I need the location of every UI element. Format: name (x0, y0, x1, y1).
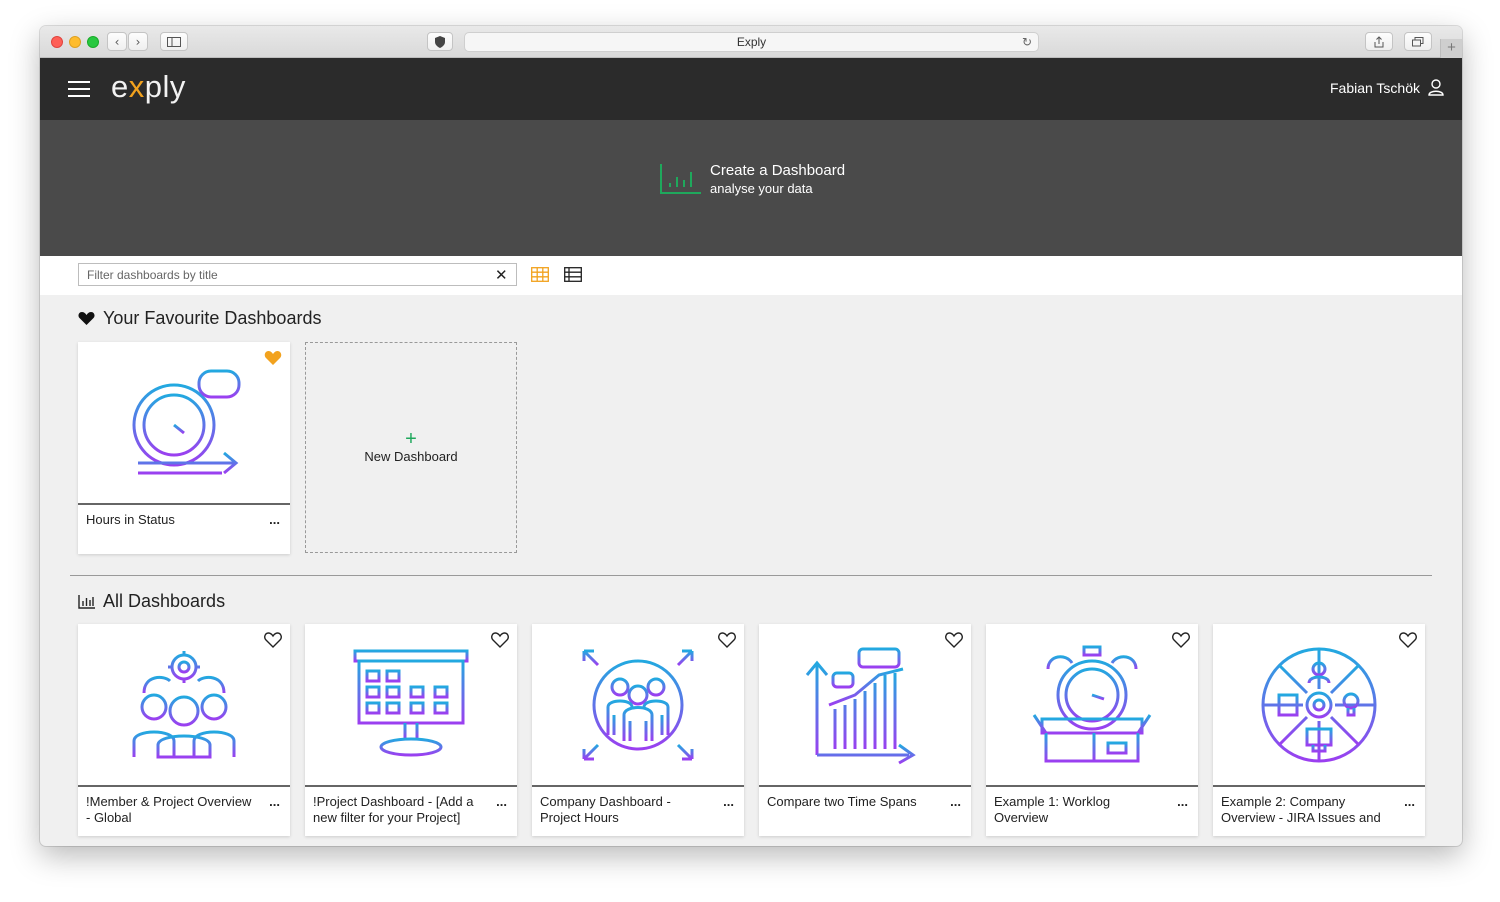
bar-chart-icon (78, 594, 95, 609)
dashboard-title: Hours in Status (86, 512, 175, 527)
favourite-heart-icon[interactable] (1172, 632, 1190, 648)
company-wheel-icon (1261, 647, 1377, 762)
heart-icon (78, 312, 95, 325)
chevron-left-icon: ‹ (114, 34, 120, 49)
kanban-monitor-icon (353, 649, 469, 756)
favourite-heart-icon[interactable] (945, 632, 963, 648)
more-options-button[interactable]: ... (269, 794, 280, 809)
browser-window: ‹ › Exply ↻ + exply Fabian Tschök Create… (40, 26, 1462, 846)
dashboard-card[interactable]: !Member & Project Overview - Global ... (78, 624, 290, 836)
plus-icon: + (405, 428, 417, 450)
sidebar-icon (167, 36, 181, 47)
dashboard-title: Example 2: Company Overview - JIRA Issue… (1221, 794, 1381, 825)
more-options-button[interactable]: ... (723, 794, 734, 809)
favourites-section-title: Your Favourite Dashboards (78, 308, 321, 329)
dashboard-card[interactable]: Compare two Time Spans ... (759, 624, 971, 836)
favourite-heart-icon[interactable] (491, 632, 509, 648)
dashboard-thumbnail (986, 624, 1198, 787)
grid-view-icon[interactable] (531, 267, 549, 282)
more-options-button[interactable]: ... (1177, 794, 1188, 809)
zoom-window-button[interactable] (87, 36, 99, 48)
back-button[interactable]: ‹ (107, 32, 127, 51)
dashboard-card[interactable]: Example 1: Worklog Overview ... (986, 624, 1198, 836)
dashboard-card[interactable]: Hours in Status ... (78, 342, 290, 554)
close-window-button[interactable] (51, 36, 63, 48)
favourite-heart-icon[interactable] (718, 632, 736, 648)
dashboard-thumbnail (532, 624, 744, 787)
new-tab-button[interactable]: + (1440, 39, 1462, 58)
alarm-box-icon (1032, 645, 1152, 762)
create-dashboard-banner: Create a Dashboard analyse your data (40, 120, 1462, 256)
app-header: exply Fabian Tschök (40, 58, 1462, 120)
address-bar[interactable]: Exply ↻ (464, 32, 1039, 52)
tabs-icon (1412, 36, 1424, 46)
user-icon (1428, 79, 1444, 96)
more-options-button[interactable]: ... (950, 794, 961, 809)
hero-subtitle: analyse your data (710, 181, 813, 196)
share-button[interactable] (1365, 32, 1393, 51)
chevron-right-icon: › (135, 34, 141, 49)
tabs-overview-button[interactable] (1404, 32, 1432, 51)
favourite-heart-icon[interactable] (264, 632, 282, 648)
more-options-button[interactable]: ... (1404, 794, 1415, 809)
sidebar-toggle-button[interactable] (160, 32, 188, 51)
reload-icon[interactable]: ↻ (1022, 33, 1032, 52)
dashboard-filter-input[interactable] (78, 263, 517, 286)
dashboard-thumbnail (78, 342, 290, 505)
minimize-window-button[interactable] (69, 36, 81, 48)
more-options-button[interactable]: ... (496, 794, 507, 809)
clear-filter-icon[interactable]: ✕ (495, 266, 508, 284)
user-name: Fabian Tschök (1329, 79, 1420, 96)
growth-chart-icon (805, 647, 916, 764)
bar-chart-icon (660, 164, 701, 194)
dashboard-thumbnail (78, 624, 290, 787)
dashboard-card[interactable]: Company Dashboard - Project Hours ... (532, 624, 744, 836)
shield-icon (435, 35, 445, 48)
dashboard-title: !Project Dashboard - [Add a new filter f… (313, 794, 474, 825)
dashboard-title: Company Dashboard - Project Hours (540, 794, 671, 825)
all-dashboards-section-title: All Dashboards (78, 591, 225, 612)
hero-title: Create a Dashboard (710, 162, 846, 179)
list-view-icon[interactable] (564, 267, 582, 282)
share-icon (1374, 35, 1384, 47)
dashboard-thumbnail (305, 624, 517, 787)
forward-button[interactable]: › (128, 32, 148, 51)
favourite-heart-icon[interactable] (264, 350, 282, 366)
clock-arrow-icon (132, 369, 241, 474)
dashboard-card[interactable]: Example 2: Company Overview - JIRA Issue… (1213, 624, 1425, 836)
dashboard-title: Example 1: Worklog Overview (994, 794, 1111, 825)
dashboard-title: Compare two Time Spans (767, 794, 917, 809)
dashboard-title: !Member & Project Overview - Global (86, 794, 252, 825)
group-expand-icon (582, 649, 694, 760)
team-gear-icon (132, 650, 236, 758)
user-menu[interactable]: Fabian Tschök (1330, 79, 1444, 96)
filter-bar: ✕ (40, 256, 1462, 295)
more-options-button[interactable]: ... (269, 512, 280, 527)
address-text: Exply (736, 35, 767, 49)
section-divider (70, 575, 1432, 576)
menu-icon[interactable] (68, 81, 90, 97)
dashboard-thumbnail (1213, 624, 1425, 787)
dashboard-card[interactable]: !Project Dashboard - [Add a new filter f… (305, 624, 517, 836)
create-dashboard-link[interactable]: Create a Dashboard analyse your data (660, 162, 845, 196)
favourite-heart-icon[interactable] (1399, 632, 1417, 648)
exply-logo[interactable]: exply (111, 69, 186, 105)
dashboard-thumbnail (759, 624, 971, 787)
new-dashboard-label: New Dashboard (364, 449, 458, 464)
privacy-shield-button[interactable] (427, 32, 453, 51)
browser-titlebar: ‹ › Exply ↻ + (40, 26, 1462, 58)
new-dashboard-button[interactable]: + New Dashboard (305, 342, 517, 553)
